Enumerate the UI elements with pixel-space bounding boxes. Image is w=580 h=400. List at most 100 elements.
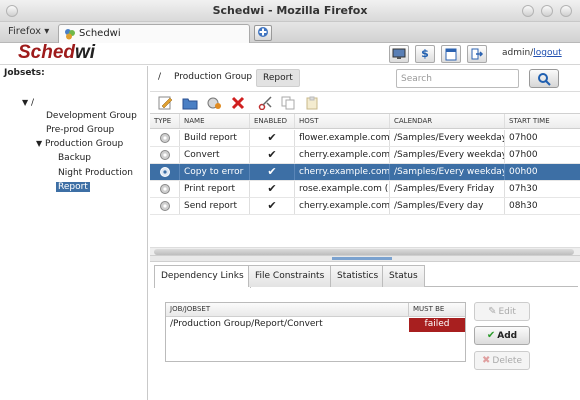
logout-link[interactable]: logout [533, 48, 561, 58]
schedwi-logo: Schedwi [18, 42, 96, 63]
firefox-menu-button[interactable]: Firefox ▾ [8, 26, 49, 37]
schedwi-favicon-icon [65, 29, 75, 40]
column-header-start-time[interactable]: START TIME [505, 114, 580, 128]
job-name-cell: Copy to error [180, 164, 250, 180]
column-header-name[interactable]: NAME [180, 114, 250, 128]
panel-splitter[interactable] [150, 255, 580, 262]
dollar-button[interactable]: $ [415, 45, 435, 63]
dependency-status-badge[interactable]: failed [409, 318, 465, 332]
column-header-calendar[interactable]: CALENDAR [390, 114, 505, 128]
checkmark-icon: ✔ [486, 330, 496, 341]
breadcrumb-production-group[interactable]: Production Group [174, 72, 252, 82]
job-toolbar [150, 92, 580, 113]
exit-button[interactable] [467, 45, 487, 63]
column-header-job-jobset[interactable]: JOB/JOBSET [166, 303, 409, 316]
paste-icon[interactable] [304, 96, 320, 110]
add-job-icon[interactable] [206, 96, 222, 110]
window-titlebar: Schedwi - Mozilla Firefox [0, 0, 580, 22]
job-calendar-cell: /Samples/Every weekday [390, 130, 505, 146]
tree-node-pre-prod-group[interactable]: Pre-prod Group [46, 125, 114, 135]
tree-node-development-group[interactable]: Development Group [46, 111, 137, 121]
job-start-time-cell: 00h00 [509, 167, 538, 177]
table-row[interactable]: Convert ✔ cherry.example.com/Samples/Every… [150, 147, 580, 164]
column-header-must-be[interactable]: MUST BE [409, 303, 465, 316]
job-start-time-cell: 08h30 [509, 201, 538, 211]
add-button[interactable]: ✔ Add [474, 326, 530, 345]
maximize-button[interactable] [541, 5, 553, 17]
column-header-host[interactable]: HOST [295, 114, 390, 128]
tree-node-report[interactable]: Report [56, 182, 90, 192]
table-row[interactable]: Print report ✔ rose.example.com (/Samples/… [150, 181, 580, 198]
job-enabled-cell: ✔ [250, 181, 295, 197]
job-type-cell [150, 198, 180, 214]
header-toolbar: $ [389, 45, 487, 64]
job-calendar-cell: /Samples/Every weekday [390, 164, 505, 180]
breadcrumb-report[interactable]: Report [256, 69, 300, 87]
browser-tab-schedwi[interactable]: Schedwi [58, 24, 250, 43]
dependency-job: /Production Group/Report/Convert [170, 319, 323, 329]
breadcrumb-root[interactable]: / [158, 72, 161, 82]
job-enabled-cell: ✔ [250, 130, 295, 146]
job-start-time-cell: 07h00 [509, 150, 538, 160]
job-gear-icon [160, 201, 170, 211]
job-host-cell: cherry.example.com [295, 164, 390, 180]
user-info: admin/logout [502, 48, 562, 58]
tab-file-constraints[interactable]: File Constraints [248, 265, 332, 287]
dependency-table-header: JOB/JOBSET MUST BE [166, 303, 465, 317]
cut-icon[interactable] [258, 96, 274, 110]
close-window-button[interactable] [560, 5, 572, 17]
dependency-row[interactable]: /Production Group/Report/Convert failed [166, 318, 465, 332]
tree-node-production-group[interactable]: ▼ Production Group [36, 139, 123, 149]
job-type-cell [150, 181, 180, 197]
job-details-panel: Dependency Links File Constraints Statis… [150, 262, 580, 400]
browser-tab-strip: Firefox ▾ Schedwi [0, 22, 580, 43]
username: admin/ [502, 48, 534, 58]
tab-dependency-links[interactable]: Dependency Links [154, 265, 251, 288]
expand-triangle-icon[interactable]: ▼ [22, 98, 28, 107]
calendar-button[interactable] [441, 45, 461, 63]
expand-triangle-icon[interactable]: ▼ [36, 139, 42, 148]
jobs-table-header: TYPE NAME ENABLED HOST CALENDAR START TI… [150, 114, 580, 129]
new-tab-button[interactable] [254, 25, 272, 41]
job-type-cell [150, 147, 180, 163]
calendar-icon [445, 48, 457, 61]
tab-statistics[interactable]: Statistics [330, 265, 386, 287]
job-enabled-cell: ✔ [250, 198, 295, 214]
details-tabs: Dependency Links File Constraints Statis… [154, 265, 578, 288]
job-enabled-cell: ✔ [250, 147, 295, 163]
table-row[interactable]: Copy to error ✔ cherry.example.com/Samples… [150, 164, 580, 181]
column-header-enabled[interactable]: ENABLED [250, 114, 295, 128]
jobs-horizontal-scrollbar[interactable] [150, 247, 580, 255]
search-button[interactable] [529, 69, 559, 88]
monitor-button[interactable] [389, 45, 409, 63]
job-gear-icon [160, 167, 170, 177]
delete-icon[interactable] [230, 96, 246, 110]
tree-node-night-production[interactable]: Night Production [58, 168, 133, 178]
monitor-icon [392, 48, 406, 59]
tree-node-root[interactable]: ▼ / [22, 98, 34, 108]
edit-button[interactable]: ✎ Edit [474, 302, 530, 321]
delete-button[interactable]: ✖ Delete [474, 351, 530, 370]
minimize-button[interactable] [522, 5, 534, 17]
edit-icon[interactable] [158, 96, 174, 110]
column-header-type[interactable]: TYPE [150, 114, 180, 128]
window-title: Schedwi - Mozilla Firefox [212, 4, 368, 17]
dependency-table: JOB/JOBSET MUST BE /Production Group/Rep… [165, 302, 466, 362]
job-start-time-cell: 07h30 [509, 184, 538, 194]
tab-status[interactable]: Status [382, 265, 425, 287]
splitter-grip[interactable] [332, 257, 392, 260]
app-header: Schedwi $ admin/logout [0, 42, 580, 65]
table-row[interactable]: Build report ✔ flower.example.com/Samples/… [150, 130, 580, 147]
job-enabled-cell: ✔ [250, 164, 295, 180]
copy-icon[interactable] [280, 96, 296, 110]
jobs-table: TYPE NAME ENABLED HOST CALENDAR START TI… [150, 113, 580, 253]
job-name-cell: Build report [180, 130, 250, 146]
open-folder-icon[interactable] [182, 96, 198, 110]
job-name-cell: Print report [180, 181, 250, 197]
job-gear-icon [160, 150, 170, 160]
tree-node-backup[interactable]: Backup [58, 153, 91, 163]
search-icon [538, 73, 551, 86]
search-input[interactable] [396, 69, 519, 88]
job-gear-icon [160, 184, 170, 194]
table-row[interactable]: Send report ✔ cherry.example.com/Samples/E… [150, 198, 580, 215]
